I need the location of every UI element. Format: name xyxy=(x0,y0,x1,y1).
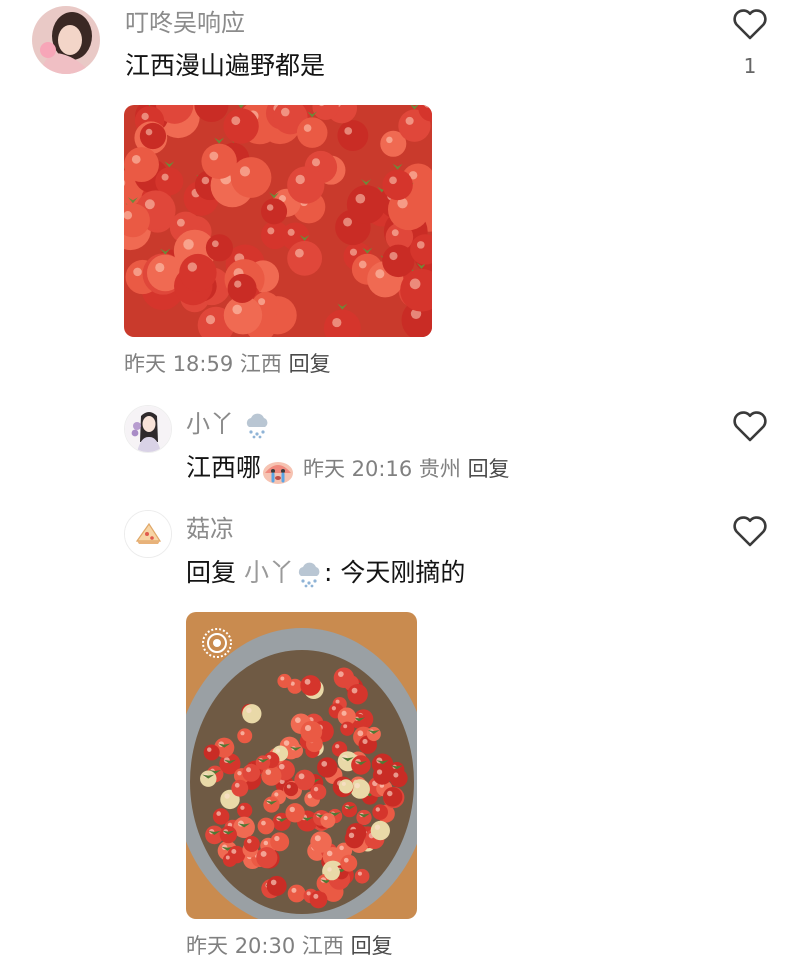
reply1-reply-button[interactable]: 回复 xyxy=(468,457,510,481)
reply1-author-name: 小丫 xyxy=(186,410,234,438)
comment-date: 昨天 xyxy=(124,352,166,376)
avatar-image xyxy=(125,511,171,557)
comment-author-avatar[interactable] xyxy=(32,6,100,74)
reply2-location: 江西 xyxy=(301,934,344,958)
avatar-image xyxy=(32,6,100,74)
comment-location: 江西 xyxy=(239,352,282,376)
crying-face-emoji xyxy=(263,462,294,484)
reply1-location: 贵州 xyxy=(418,457,461,481)
reply2-author-avatar[interactable] xyxy=(124,510,172,558)
reply2-like-button[interactable] xyxy=(730,511,770,551)
comment-author-name[interactable]: 叮咚吴响应 xyxy=(125,8,245,38)
reply2-reply-button[interactable]: 回复 xyxy=(351,934,393,958)
reply1-date: 昨天 xyxy=(302,457,345,481)
snow-cloud-emoji xyxy=(246,413,268,439)
avatar-image xyxy=(125,406,171,452)
reply2-date: 昨天 xyxy=(186,934,228,958)
reply1-text: 江西哪 xyxy=(186,453,262,482)
reply1-author[interactable]: 小丫 xyxy=(186,409,272,440)
comment-meta: 昨天 18:59 江西 回复 xyxy=(124,350,331,378)
reply2-author-name[interactable]: 菇凉 xyxy=(186,514,234,544)
reply1-body: 江西哪 昨天 20:16 贵州 回复 xyxy=(186,452,510,485)
reply1-like-button[interactable] xyxy=(730,406,770,446)
raspberry-pile-image xyxy=(124,105,432,337)
heart-outline-icon xyxy=(733,516,767,547)
reply-photo-berry-bowl[interactable] xyxy=(186,612,417,919)
reply2-text: : 今天刚摘的 xyxy=(323,558,466,587)
reply1-time: 20:16 xyxy=(351,457,413,481)
reply1-author-avatar[interactable] xyxy=(124,405,172,453)
heart-outline-icon xyxy=(733,9,767,40)
heart-outline-icon xyxy=(733,411,767,442)
comment-like-button[interactable] xyxy=(730,4,770,44)
reply2-meta: 昨天 20:30 江西 回复 xyxy=(186,932,393,960)
comment-time: 18:59 xyxy=(172,352,234,376)
reply2-time: 20:30 xyxy=(234,934,296,958)
reply2-reply-prefix: 回复 xyxy=(186,558,237,587)
live-photo-icon[interactable] xyxy=(200,626,234,660)
comment-like-count: 1 xyxy=(743,54,757,78)
snow-cloud-emoji xyxy=(298,562,320,588)
reply2-body: 回复 小丫 : 今天刚摘的 xyxy=(186,557,465,589)
comment-reply-button[interactable]: 回复 xyxy=(289,352,331,376)
comment-text: 江西漫山遍野都是 xyxy=(125,51,326,80)
reply2-reply-to-user[interactable]: 小丫 xyxy=(244,558,294,587)
comment-photo-raspberries[interactable] xyxy=(124,105,432,337)
